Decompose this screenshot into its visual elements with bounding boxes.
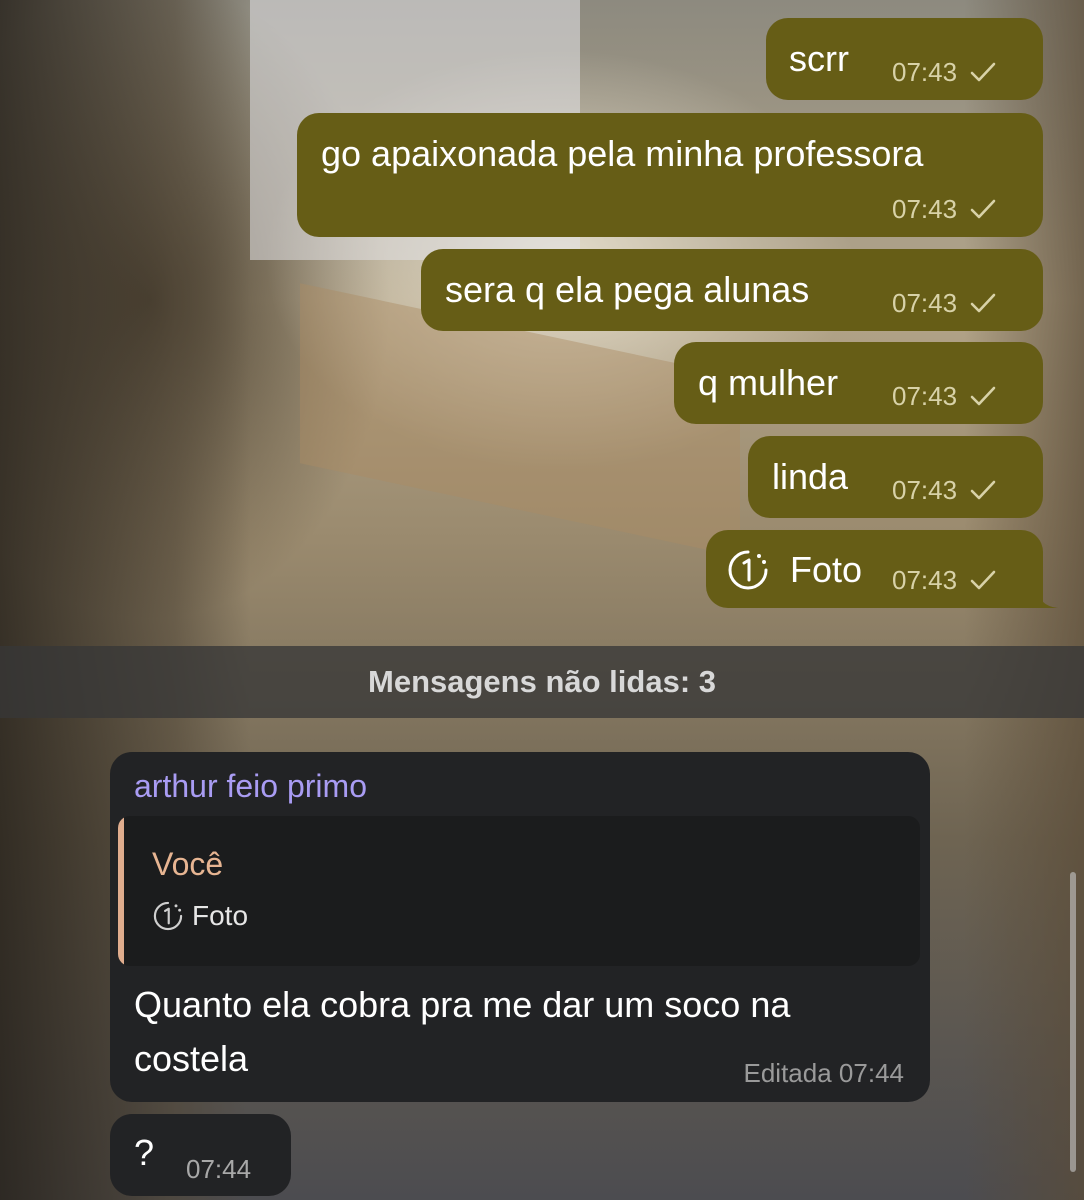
incoming-message[interactable]: ? 07:44 [110,1114,291,1196]
outgoing-photo-message[interactable]: Foto 07:43 [706,530,1043,608]
sent-check-icon [971,199,996,219]
message-text: Foto [790,549,863,590]
outgoing-message[interactable]: go apaixonada pela minha professora 07:4… [297,113,1043,237]
message-text: sera q ela pega alunas [445,269,810,310]
message-time: 07:43 [892,288,958,318]
message-meta: 07:43 [892,288,996,319]
sent-check-icon [971,62,996,82]
quoted-reply[interactable]: Você Foto [118,816,920,966]
outgoing-message[interactable]: q mulher 07:43 [674,342,1043,424]
reply-preview-text: Foto [192,900,249,931]
message-time: 07:43 [892,381,958,411]
sent-check-icon [971,386,996,406]
reply-preview: Foto [152,900,248,932]
message-time: 07:43 [892,475,958,505]
message-time: 07:43 [892,57,958,87]
message-text: go apaixonada pela minha professora [321,133,924,174]
unread-messages-banner: Mensagens não lidas: 3 [0,646,1084,718]
view-once-icon [153,901,183,931]
outgoing-message[interactable]: linda 07:43 [748,436,1043,518]
message-time: 07:44 [838,1058,904,1088]
incoming-message[interactable]: arthur feio primo Você Foto Quanto ela c… [110,752,930,1102]
message-time: 07:44 [186,1154,252,1184]
reply-author: Você [152,846,224,882]
message-meta: Editada 07:44 [744,1058,905,1089]
message-time: 07:43 [892,565,958,595]
message-meta: 07:43 [892,475,996,506]
bubble-tail [1036,586,1058,608]
reply-accent-bar [118,816,124,966]
outgoing-message[interactable]: sera q ela pega alunas 07:43 [421,249,1043,331]
sender-name[interactable]: arthur feio primo [134,768,367,805]
scrollbar[interactable] [1070,872,1076,1172]
message-meta: 07:43 [892,194,996,225]
message-text: linda [772,456,849,497]
message-text: scrr [789,38,849,79]
message-meta: 07:43 [892,565,996,596]
message-meta: 07:43 [892,381,996,412]
message-meta: 07:43 [892,57,996,88]
message-text: q mulher [698,362,839,403]
sent-check-icon [971,570,996,590]
sent-check-icon [971,293,996,313]
sent-check-icon [971,480,996,500]
message-time: 07:43 [892,194,958,224]
message-text: ? [134,1132,155,1173]
view-once-icon [728,550,768,590]
edited-label: Editada [743,1058,832,1088]
outgoing-message[interactable]: scrr 07:43 [766,18,1043,100]
unread-banner-text: Mensagens não lidas: 3 [368,664,716,699]
